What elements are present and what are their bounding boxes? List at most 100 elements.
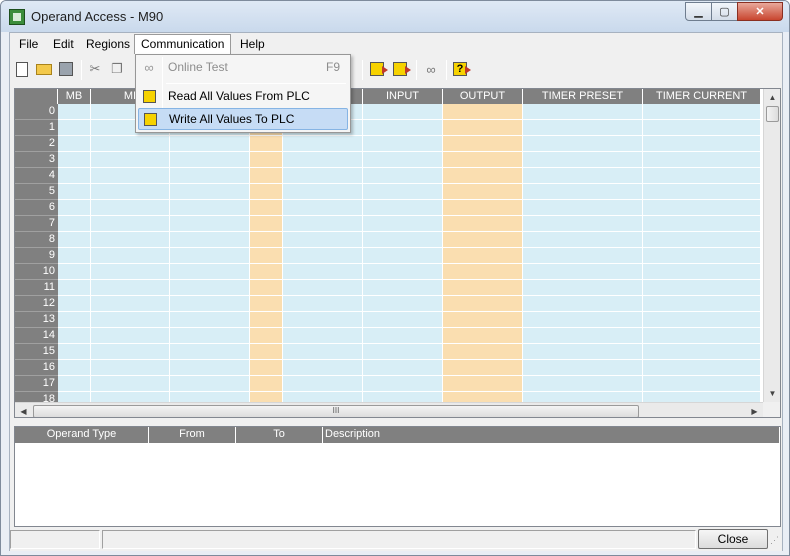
grid-cell[interactable] — [523, 312, 643, 328]
grid-cell[interactable] — [523, 216, 643, 232]
grid-cell[interactable] — [523, 200, 643, 216]
menu-edit[interactable]: Edit — [46, 34, 81, 54]
read-plc-icon[interactable] — [368, 60, 388, 78]
grid-cell[interactable] — [363, 120, 443, 136]
grid-cell[interactable] — [250, 248, 283, 264]
grid-cell[interactable] — [283, 248, 363, 264]
column-header[interactable]: INPUT — [363, 89, 443, 104]
cut-scissors-icon[interactable]: ✂ — [86, 60, 104, 78]
grid-cell[interactable] — [58, 104, 91, 120]
grid-cell[interactable] — [91, 232, 170, 248]
row-header[interactable]: 12 — [15, 296, 58, 312]
grid-cell[interactable] — [443, 360, 523, 376]
grid-cell[interactable] — [643, 248, 761, 264]
grid-cell[interactable] — [363, 232, 443, 248]
grid-cell[interactable] — [250, 168, 283, 184]
grid-cell[interactable] — [58, 360, 91, 376]
grid-cell[interactable] — [363, 136, 443, 152]
grid-cell[interactable] — [443, 168, 523, 184]
grid-cell[interactable] — [363, 312, 443, 328]
grid-cell[interactable] — [283, 296, 363, 312]
row-header[interactable]: 13 — [15, 312, 58, 328]
grid-cell[interactable] — [58, 280, 91, 296]
grid-cell[interactable] — [250, 360, 283, 376]
grid-cell[interactable] — [363, 200, 443, 216]
grid-cell[interactable] — [170, 136, 250, 152]
grid-cell[interactable] — [250, 296, 283, 312]
grid-cell[interactable] — [250, 216, 283, 232]
grid-cell[interactable] — [250, 136, 283, 152]
region-column-header[interactable]: To — [236, 427, 323, 443]
open-folder-icon[interactable] — [35, 60, 53, 78]
row-header[interactable]: 0 — [15, 104, 58, 120]
grid-cell[interactable] — [58, 120, 91, 136]
grid-cell[interactable] — [363, 376, 443, 392]
row-header[interactable]: 2 — [15, 136, 58, 152]
row-header[interactable]: 6 — [15, 200, 58, 216]
grid-cell[interactable] — [523, 248, 643, 264]
row-header[interactable]: 4 — [15, 168, 58, 184]
grid-cell[interactable] — [523, 280, 643, 296]
grid-cell[interactable] — [443, 248, 523, 264]
save-disk-icon[interactable] — [57, 60, 75, 78]
row-header[interactable]: 7 — [15, 216, 58, 232]
grid-cell[interactable] — [523, 344, 643, 360]
grid-cell[interactable] — [283, 312, 363, 328]
row-header[interactable]: 17 — [15, 376, 58, 392]
grid-cell[interactable] — [170, 216, 250, 232]
grid-cell[interactable] — [643, 264, 761, 280]
grid-cell[interactable] — [643, 312, 761, 328]
grid-cell[interactable] — [643, 120, 761, 136]
scroll-left-icon[interactable]: ◀ — [15, 403, 32, 417]
minimize-button[interactable]: ▁ — [685, 2, 712, 21]
grid-cell[interactable] — [170, 152, 250, 168]
close-window-button[interactable]: ✕ — [737, 2, 783, 21]
row-header[interactable]: 1 — [15, 120, 58, 136]
grid-cell[interactable] — [283, 216, 363, 232]
grid-cell[interactable] — [523, 232, 643, 248]
grid-cell[interactable] — [170, 328, 250, 344]
grid-cell[interactable] — [58, 168, 91, 184]
resize-grip-icon[interactable]: ⋰ — [770, 535, 780, 547]
grid-cell[interactable] — [443, 216, 523, 232]
grid-cell[interactable] — [443, 328, 523, 344]
grid-cell[interactable] — [250, 184, 283, 200]
grid-cell[interactable] — [283, 328, 363, 344]
grid-cell[interactable] — [250, 328, 283, 344]
grid-cell[interactable] — [91, 328, 170, 344]
grid-cell[interactable] — [363, 216, 443, 232]
grid-cell[interactable] — [283, 184, 363, 200]
grid-cell[interactable] — [283, 264, 363, 280]
write-plc-icon[interactable] — [391, 60, 411, 78]
grid-cell[interactable] — [91, 344, 170, 360]
grid-cell[interactable] — [170, 280, 250, 296]
grid-cell[interactable] — [363, 344, 443, 360]
title-bar[interactable]: Operand Access - M90 ▁ ▢ ✕ — [1, 1, 789, 32]
grid-cell[interactable] — [170, 232, 250, 248]
grid-cell[interactable] — [283, 280, 363, 296]
horizontal-scrollbar[interactable]: ◀ III ▶ — [15, 402, 763, 417]
column-header[interactable]: MB — [58, 89, 91, 104]
grid-cell[interactable] — [250, 264, 283, 280]
grid-cell[interactable] — [643, 296, 761, 312]
grid-cell[interactable] — [58, 184, 91, 200]
grid-cell[interactable] — [643, 232, 761, 248]
grid-cell[interactable] — [58, 152, 91, 168]
grid-cell[interactable] — [58, 248, 91, 264]
grid-cell[interactable] — [58, 312, 91, 328]
horizontal-scroll-thumb[interactable]: III — [33, 405, 639, 417]
grid-cell[interactable] — [523, 120, 643, 136]
grid-cell[interactable] — [643, 184, 761, 200]
grid-cell[interactable] — [643, 328, 761, 344]
help-icon[interactable]: ? — [451, 60, 471, 78]
grid-cell[interactable] — [523, 152, 643, 168]
grid-cell[interactable] — [363, 328, 443, 344]
grid-cell[interactable] — [523, 104, 643, 120]
grid-cell[interactable] — [283, 344, 363, 360]
region-column-header[interactable]: From — [149, 427, 236, 443]
grid-cell[interactable] — [91, 296, 170, 312]
grid-cell[interactable] — [363, 360, 443, 376]
grid-cell[interactable] — [91, 200, 170, 216]
region-column-header[interactable]: Operand Type — [15, 427, 149, 443]
grid-cell[interactable] — [523, 360, 643, 376]
